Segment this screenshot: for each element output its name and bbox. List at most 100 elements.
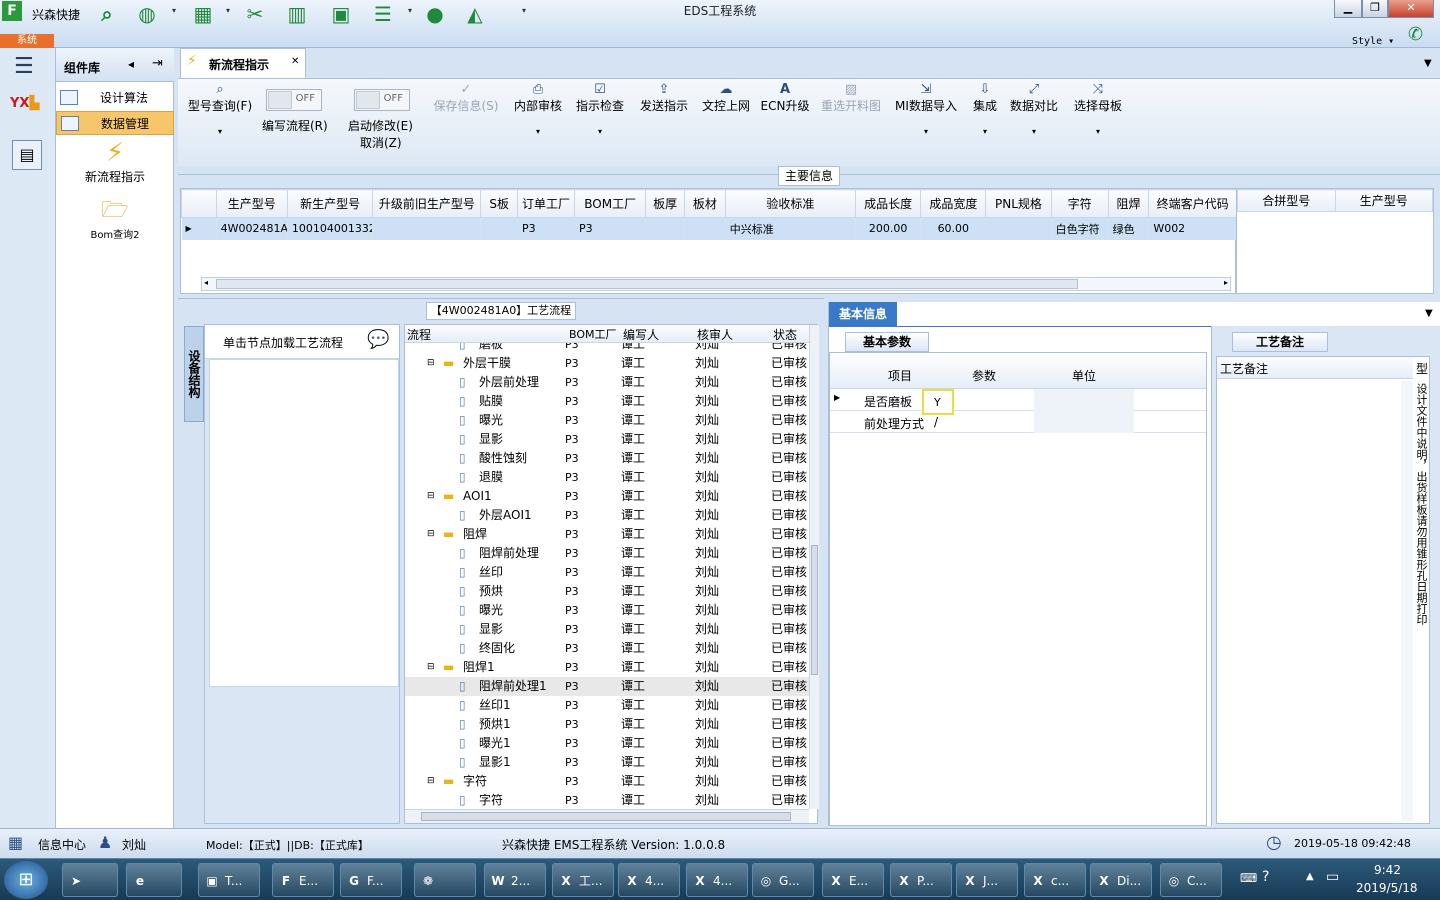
table-cell[interactable]: 200.00 <box>855 217 922 240</box>
tree-row[interactable]: ▯ 丝印1 P3 谭工 刘灿 已审核 <box>405 696 809 715</box>
taskbar-button[interactable]: e <box>126 863 182 897</box>
tree-row[interactable]: ▯ 预烘 P3 谭工 刘灿 已审核 <box>405 582 809 601</box>
column-header[interactable]: 单位 <box>1072 367 1096 384</box>
basic-params-tab[interactable]: 基本参数 <box>845 332 929 352</box>
collapse-icon[interactable]: ⊟ <box>427 772 435 791</box>
close-tab-icon[interactable]: ✕ <box>291 56 299 67</box>
column-header[interactable]: 工艺备注 <box>1217 357 1413 379</box>
tree-row[interactable]: ▯ 显影1 P3 谭工 刘灿 已审核 <box>405 753 809 772</box>
column-header[interactable]: 成品宽度 <box>920 189 987 218</box>
tree-row[interactable]: ▯ 磨板 P3 谭工 刘灿 已审核 <box>405 343 809 354</box>
sidebar-item-data-management[interactable]: 数据管理 <box>56 111 174 135</box>
column-header[interactable]: 订单工厂 <box>517 189 576 218</box>
mi-data-import-button[interactable]: ⇲ MI数据导入 ▾ <box>892 83 960 139</box>
node-list[interactable] <box>209 359 399 687</box>
tree-row[interactable]: ▯ 阻焊前处理1 P3 谭工 刘灿 已审核 <box>405 677 809 696</box>
column-header[interactable]: 合拼型号 <box>1237 189 1336 212</box>
system-menu-tab[interactable]: 系统 <box>0 34 54 48</box>
taskbar-button[interactable]: X Di... <box>1090 863 1152 897</box>
select-motherboard-button[interactable]: ⤨ 选择母板 ▾ <box>1070 83 1126 139</box>
column-header[interactable]: 编写人 <box>623 326 659 343</box>
table-row[interactable]: ▶ 是否磨板 Y <box>830 389 1206 415</box>
taskbar-button[interactable]: ◎ G... <box>752 863 814 897</box>
tree-row[interactable]: ▯ 外层AOI1 P3 谭工 刘灿 已审核 <box>405 506 809 525</box>
column-header[interactable]: 成品长度 <box>855 189 922 218</box>
pin-icon[interactable]: ⇥ <box>152 56 163 71</box>
scroll-left-icon[interactable]: ◂ <box>204 278 208 287</box>
column-header[interactable]: BOM工厂 <box>569 326 617 342</box>
taskbar-button[interactable]: ❁ <box>414 863 476 897</box>
scrollbar-thumb[interactable] <box>421 812 791 821</box>
internal-audit-button[interactable]: ⎙ 内部审核 ▾ <box>510 83 566 139</box>
info-center-label[interactable]: 信息中心 <box>38 836 86 853</box>
column-header[interactable]: 状态 <box>773 326 797 343</box>
taskbar-button[interactable]: X 4... <box>686 863 748 897</box>
scroll-right-icon[interactable]: ▸ <box>1224 278 1228 287</box>
table-cell[interactable] <box>480 217 519 240</box>
column-header[interactable]: S板 <box>480 189 519 218</box>
column-header[interactable]: 升级前旧生产型号 <box>372 189 482 218</box>
collapse-icon[interactable]: ⊟ <box>427 487 435 506</box>
tab-new-process[interactable]: ⚡ 新流程指示 ✕ <box>180 48 306 78</box>
tree-row[interactable]: ▯ 曝光 P3 谭工 刘灿 已审核 <box>405 601 809 620</box>
tree-row[interactable]: ▯ 显影 P3 谭工 刘灿 已审核 <box>405 620 809 639</box>
style-menu[interactable]: Style ▾ <box>1352 36 1394 47</box>
phone-icon[interactable]: ✆ <box>1408 24 1423 45</box>
collapse-icon[interactable]: ⊟ <box>427 525 435 544</box>
table-row[interactable]: 前处理方式 / <box>830 411 1206 433</box>
send-instruction-button[interactable]: ⇪ 发送指示 <box>636 83 692 114</box>
doc-control-online-button[interactable]: ☁ 文控上网 <box>698 83 754 114</box>
calculator-icon[interactable]: ▤ <box>12 140 42 170</box>
basic-info-tab[interactable]: 基本信息 <box>829 302 897 326</box>
horizontal-scrollbar[interactable] <box>405 809 809 823</box>
taskbar-button[interactable]: ▣ T... <box>198 863 260 897</box>
minimize-button[interactable]: ▁ <box>1334 0 1362 18</box>
param-cell[interactable]: / <box>934 415 938 429</box>
table-cell[interactable]: P3 <box>517 217 576 240</box>
table-cell[interactable]: 60.00 <box>920 217 987 240</box>
integrate-button[interactable]: ⇩ 集成 ▾ <box>968 83 1002 139</box>
table-cell[interactable] <box>985 217 1052 240</box>
taskbar-button[interactable]: X E... <box>822 863 884 897</box>
sidebar-item-design[interactable]: 设计算法 <box>56 86 174 110</box>
tree-row[interactable]: ▯ 丝印 P3 谭工 刘灿 已审核 <box>405 563 809 582</box>
tree-row[interactable]: ▯ 外层前处理 P3 谭工 刘灿 已审核 <box>405 373 809 392</box>
tree-row[interactable]: ⊟ ▬ 字符 P3 谭工 刘灿 已审核 <box>405 772 809 791</box>
column-header[interactable]: 字符 <box>1050 189 1109 218</box>
table-cell[interactable] <box>645 217 685 240</box>
clock-date[interactable]: 2019/5/18 <box>1356 881 1418 895</box>
taskbar-button[interactable]: F E... <box>272 863 334 897</box>
tree-row[interactable]: ▯ 酸性蚀刻 P3 谭工 刘灿 已审核 <box>405 449 809 468</box>
table-cell[interactable]: P3 <box>574 217 647 240</box>
unit-cell[interactable] <box>1034 411 1134 433</box>
start-modify-toggle[interactable]: OFF <box>354 89 410 111</box>
tree-row[interactable]: ▯ 字符 P3 谭工 刘灿 已审核 <box>405 791 809 807</box>
scrollbar-thumb[interactable] <box>811 545 818 675</box>
table-cell[interactable]: 中兴标准 <box>725 217 857 240</box>
tile-new-process[interactable]: ⚡ 新流程指示 <box>56 138 174 190</box>
close-button[interactable]: ✕ <box>1388 0 1434 18</box>
collapse-left-icon[interactable]: ◂ <box>128 57 134 71</box>
scrollbar-thumb[interactable] <box>216 279 1078 289</box>
taskbar-button[interactable]: X 工... <box>552 863 614 897</box>
tree-row[interactable]: ▯ 退膜 P3 谭工 刘灿 已审核 <box>405 468 809 487</box>
column-header[interactable]: 验收标准 <box>724 189 857 218</box>
tree-row[interactable]: ▯ 曝光1 P3 谭工 刘灿 已审核 <box>405 734 809 753</box>
keyboard-icon[interactable]: ⌨ <box>1240 871 1257 885</box>
column-header[interactable]: 生产型号 <box>215 189 288 218</box>
tree-row[interactable]: ▯ 阻焊前处理 P3 谭工 刘灿 已审核 <box>405 544 809 563</box>
start-button[interactable]: ⊞ <box>4 861 48 899</box>
cancel-label[interactable]: 取消(Z) <box>360 134 402 151</box>
table-cell[interactable] <box>684 217 726 240</box>
table-cell[interactable]: 白色字符 <box>1051 217 1109 240</box>
vertical-scrollbar[interactable] <box>1401 381 1413 821</box>
tree-row[interactable]: ▯ 贴膜 P3 谭工 刘灿 已审核 <box>405 392 809 411</box>
equipment-structure-tab[interactable]: 设备结构 <box>184 326 204 422</box>
maximize-button[interactable]: ❐ <box>1362 0 1388 18</box>
taskbar-button[interactable]: Xc... <box>1024 863 1086 897</box>
tree-row[interactable]: ▯ 终固化 P3 谭工 刘灿 已审核 <box>405 639 809 658</box>
instruction-check-button[interactable]: ☑ 指示检查 ▾ <box>572 83 628 139</box>
table-cell[interactable]: 4W002481A0 <box>216 217 288 240</box>
taskbar-button[interactable]: ➤ <box>62 863 118 897</box>
column-header[interactable]: 核审人 <box>697 326 733 343</box>
